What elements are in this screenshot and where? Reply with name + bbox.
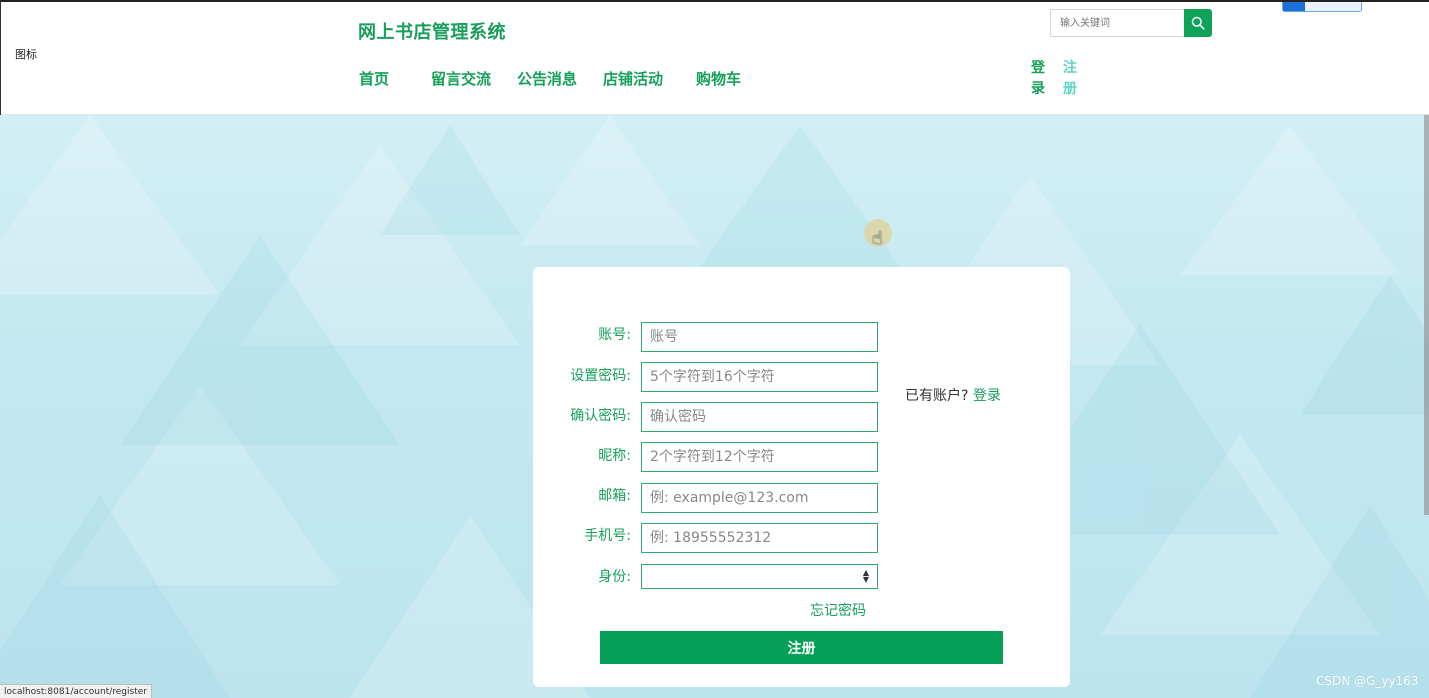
login-link-char: 登 xyxy=(1031,60,1045,76)
nav-item-messages[interactable]: 留言交流 xyxy=(431,68,491,89)
has-account-prompt: 已有账户? 登录 xyxy=(905,385,1001,405)
hand-cursor-icon: ☝ xyxy=(872,228,883,249)
phone-label: 手机号: xyxy=(584,528,631,544)
select-updown-icon: ▲ ▼ xyxy=(862,568,869,584)
email-label: 邮箱: xyxy=(598,488,631,504)
page: 图标 网上书店管理系统 首页 留言交流 公告消息 店铺活动 购物车 登 录 注 … xyxy=(0,0,1429,698)
confirm-password-label: 确认密码: xyxy=(570,408,631,424)
password-label: 设置密码: xyxy=(570,368,631,384)
email-input[interactable] xyxy=(641,483,878,513)
has-account-text: 已有账户? xyxy=(905,388,969,404)
watermark: CSDN @G_yy163 xyxy=(1316,674,1419,688)
search-button[interactable] xyxy=(1184,9,1212,37)
role-label: 身份: xyxy=(598,569,631,585)
login-link-char: 录 xyxy=(1031,81,1045,97)
nav-item-activities[interactable]: 店铺活动 xyxy=(603,68,663,89)
register-link[interactable]: 注 册 xyxy=(1063,58,1079,100)
account-input[interactable] xyxy=(641,322,878,352)
site-title[interactable]: 网上书店管理系统 xyxy=(358,18,506,44)
forgot-password-link[interactable]: 忘记密码 xyxy=(810,600,866,620)
password-input[interactable] xyxy=(641,362,878,392)
phone-input[interactable] xyxy=(641,523,878,553)
search-input[interactable] xyxy=(1050,9,1184,37)
header: 图标 网上书店管理系统 首页 留言交流 公告消息 店铺活动 购物车 登 录 注 … xyxy=(0,2,1429,115)
register-button[interactable]: 注册 xyxy=(600,631,1003,664)
nav-item-announcements[interactable]: 公告消息 xyxy=(517,68,577,89)
broken-logo-image: 图标 xyxy=(15,48,37,61)
nav-item-home[interactable]: 首页 xyxy=(359,68,389,89)
search-box xyxy=(1050,9,1212,37)
window-top-border xyxy=(0,0,1429,2)
scrollbar[interactable] xyxy=(1424,115,1429,515)
login-link-form[interactable]: 登录 xyxy=(973,388,1001,404)
nickname-label: 昵称: xyxy=(598,448,631,464)
register-link-char: 注 xyxy=(1063,60,1077,76)
register-link-char: 册 xyxy=(1063,81,1077,97)
browser-status-bar: localhost:8081/account/register xyxy=(0,684,152,698)
window-left-border xyxy=(0,0,1,115)
nickname-input[interactable] xyxy=(641,442,878,472)
search-icon xyxy=(1191,16,1205,30)
nav-item-cart[interactable]: 购物车 xyxy=(696,68,741,89)
role-select[interactable]: ▲ ▼ xyxy=(641,564,878,589)
confirm-password-input[interactable] xyxy=(641,402,878,432)
register-form-card: 账号: 设置密码: 确认密码: 昵称: 邮箱: 手机号: 身份: ▲▼ 已有账户… xyxy=(533,267,1070,687)
login-link[interactable]: 登 录 xyxy=(1031,58,1047,100)
account-label: 账号: xyxy=(598,327,631,343)
